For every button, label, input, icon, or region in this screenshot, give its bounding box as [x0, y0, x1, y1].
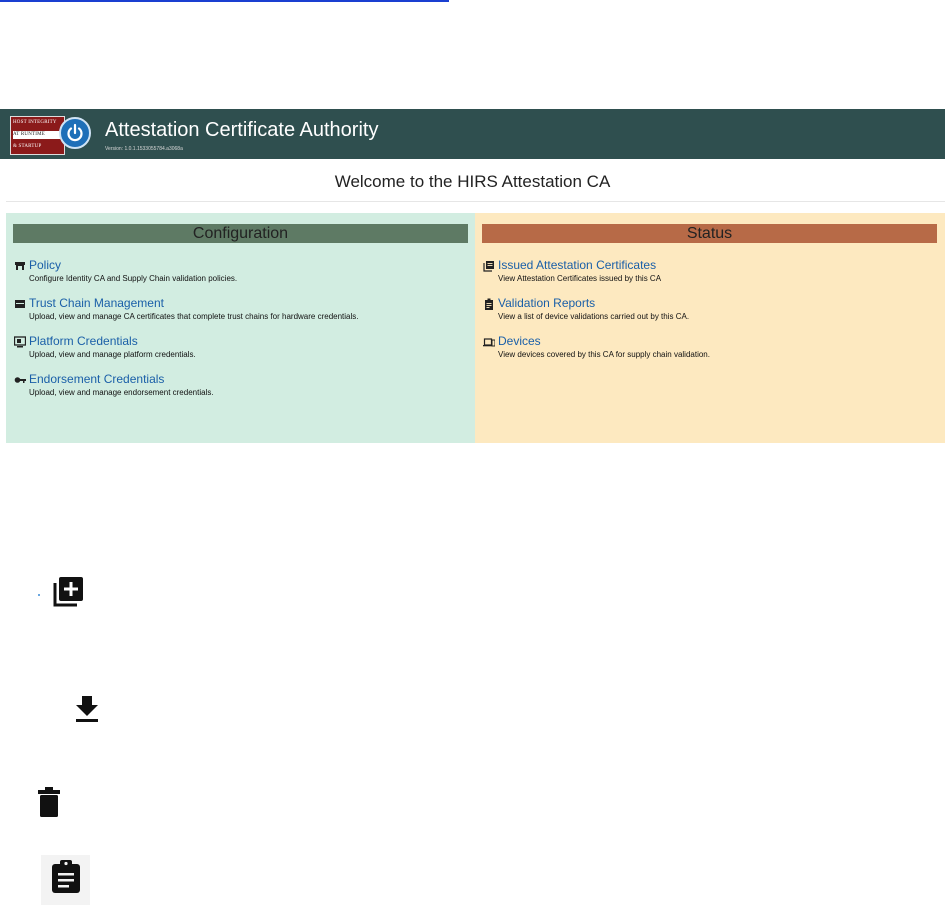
status-heading: Status	[482, 224, 937, 243]
platform-credentials-link[interactable]: Platform Credentials	[29, 334, 138, 348]
clipboard-report-icon[interactable]	[51, 860, 81, 893]
platform-icon	[14, 336, 26, 348]
logo-line-3: & STARTUP	[13, 144, 42, 149]
delete-icon[interactable]	[38, 787, 60, 817]
assignment-icon	[485, 298, 493, 310]
endorsement-credentials-link[interactable]: Endorsement Credentials	[29, 372, 164, 386]
policy-link[interactable]: Policy	[29, 258, 61, 272]
hirs-logo: HOST INTEGRITY AT RUNTIME & STARTUP	[10, 116, 65, 155]
issued-certificates-desc: View Attestation Certificates issued by …	[498, 274, 662, 283]
configuration-panel: Configuration Policy Configure Identity …	[6, 213, 475, 443]
divider	[6, 201, 945, 202]
platform-credentials-desc: Upload, view and manage platform credent…	[29, 350, 196, 359]
validation-reports-desc: View a list of device validations carrie…	[498, 312, 690, 321]
key-icon	[14, 377, 26, 383]
status-panel: Status Issued Attestation Certificates V…	[475, 213, 945, 443]
endorsement-credentials-desc: Upload, view and manage endorsement cred…	[29, 388, 214, 397]
devices-link[interactable]: Devices	[498, 334, 541, 348]
app-version: Version: 1.0.1.1533055784.a3068a	[105, 146, 183, 152]
trust-chain-link[interactable]: Trust Chain Management	[29, 296, 164, 310]
policy-icon	[15, 262, 25, 270]
top-link-underline[interactable]	[0, 0, 449, 2]
download-icon[interactable]	[76, 696, 98, 722]
trust-chain-desc: Upload, view and manage CA certificates …	[29, 312, 359, 321]
dot-marker	[38, 594, 40, 596]
logo-line-1: HOST INTEGRITY	[13, 120, 57, 125]
add-to-queue-icon[interactable]	[52, 576, 84, 608]
policy-desc: Configure Identity CA and Supply Chain v…	[29, 274, 238, 283]
devices-desc: View devices covered by this CA for supp…	[498, 350, 710, 359]
trust-chain-icon	[15, 300, 25, 308]
library-books-icon	[483, 261, 494, 272]
devices-icon	[483, 338, 495, 347]
issued-certificates-link[interactable]: Issued Attestation Certificates	[498, 258, 656, 272]
welcome-heading: Welcome to the HIRS Attestation CA	[334, 172, 611, 191]
configuration-heading: Configuration	[13, 224, 468, 243]
validation-reports-link[interactable]: Validation Reports	[498, 296, 595, 310]
power-icon	[59, 117, 91, 149]
app-title: Attestation Certificate Authority	[105, 119, 379, 141]
header-banner: HOST INTEGRITY AT RUNTIME & STARTUP Atte…	[0, 109, 945, 159]
logo-line-2: AT RUNTIME	[13, 131, 62, 139]
